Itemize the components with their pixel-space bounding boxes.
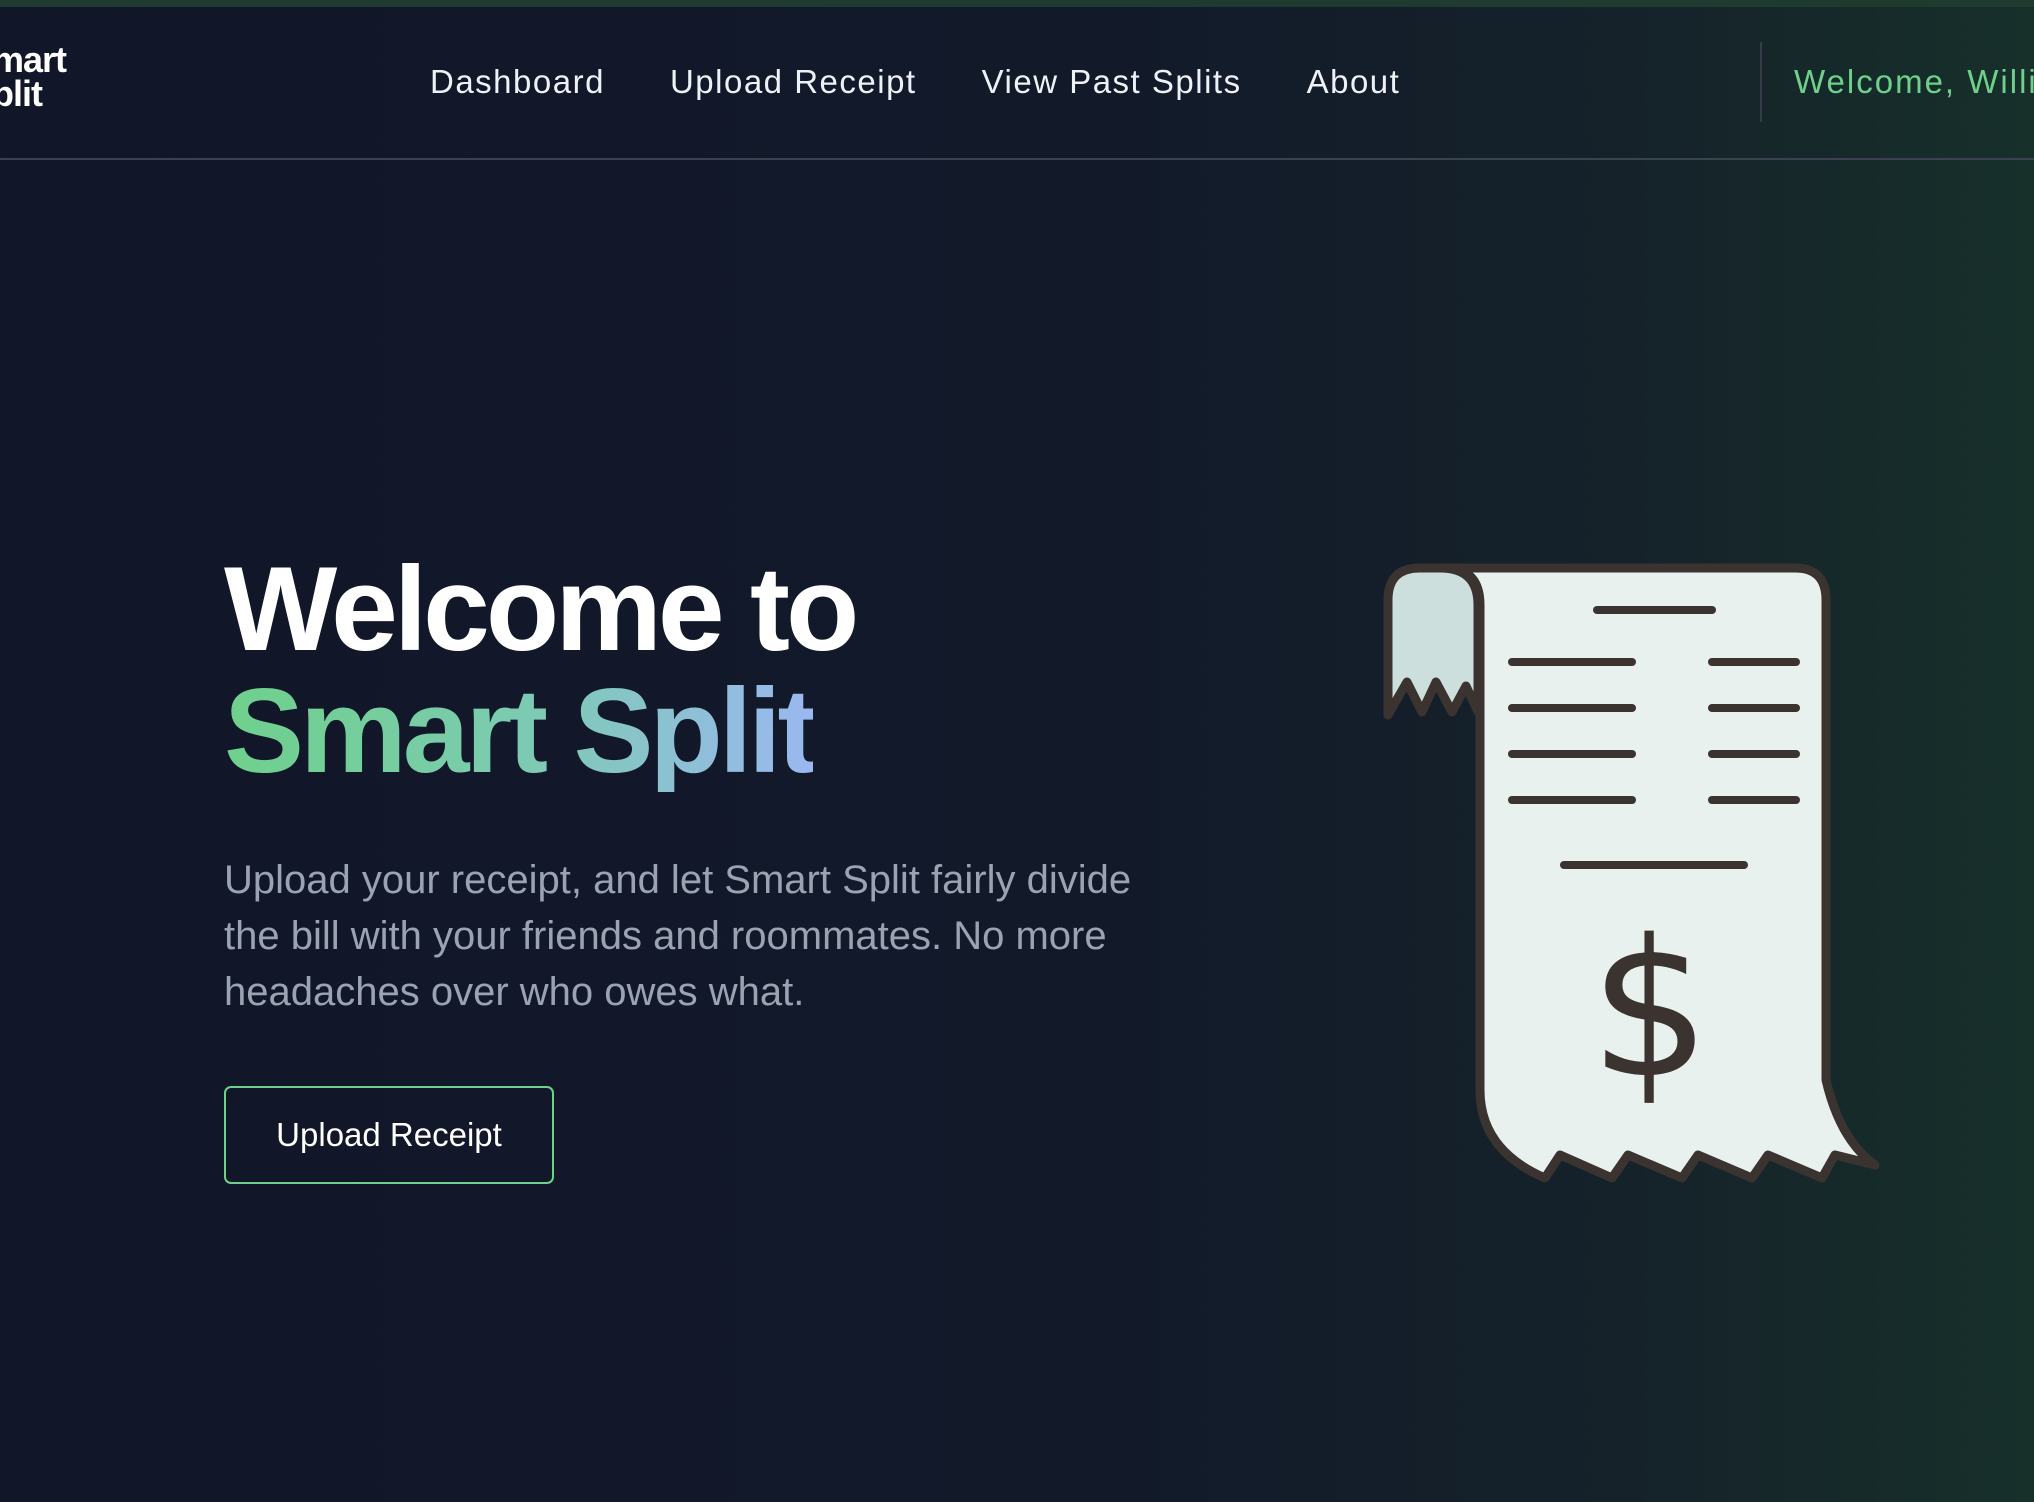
hero-description: Upload your receipt, and let Smart Split… bbox=[224, 858, 1132, 1014]
welcome-user-text[interactable]: Welcome, Willi bbox=[1794, 63, 2034, 101]
nav-links: Dashboard Upload Receipt View Past Split… bbox=[430, 63, 1400, 101]
logo-line-2: plit bbox=[0, 73, 43, 114]
upload-receipt-button[interactable]: Upload Receipt bbox=[224, 1086, 554, 1184]
logo[interactable]: mart plit bbox=[0, 39, 92, 114]
nav-link-view-past-splits[interactable]: View Past Splits bbox=[982, 63, 1242, 101]
nav-link-dashboard[interactable]: Dashboard bbox=[430, 63, 605, 101]
top-accent-strip bbox=[0, 0, 2034, 7]
nav-divider bbox=[1760, 42, 1762, 122]
navbar: mart plit Dashboard Upload Receipt View … bbox=[0, 7, 2034, 160]
hero-title-brand: Smart Split bbox=[224, 664, 817, 798]
hero-title: Welcome to Smart Split bbox=[224, 542, 859, 798]
receipt-dollar-icon: $ bbox=[1383, 563, 1880, 1183]
receipt-fold-shape bbox=[1383, 563, 1483, 720]
receipt-dollar-symbol: $ bbox=[1590, 899, 1711, 1120]
nav-link-upload-receipt[interactable]: Upload Receipt bbox=[670, 63, 917, 101]
hero-title-line-1: Welcome to bbox=[224, 542, 859, 676]
nav-link-about[interactable]: About bbox=[1307, 63, 1401, 101]
logo-line-1: mart bbox=[0, 39, 67, 80]
